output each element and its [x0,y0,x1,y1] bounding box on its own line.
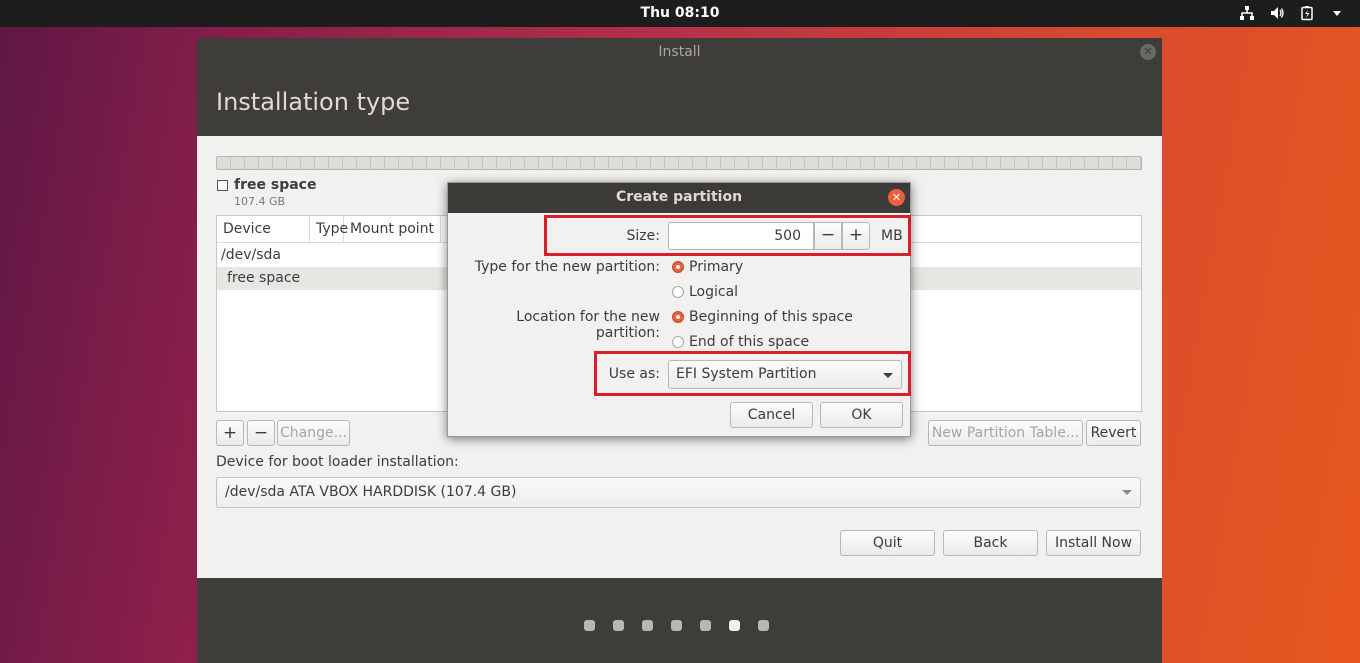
size-highlight-box [544,215,911,256]
radio-end[interactable] [672,336,684,348]
ok-button[interactable]: OK [820,402,903,428]
column-header-device[interactable]: Device [217,216,310,243]
radio-primary-label[interactable]: Primary [689,259,743,275]
progress-dot [613,620,624,631]
new-partition-table-button[interactable]: New Partition Table... [928,420,1083,446]
free-space-legend-size: 107.4 GB [234,195,286,208]
window-titlebar: Install ✕ Installation type [197,38,1162,136]
radio-logical[interactable] [672,286,684,298]
back-button[interactable]: Back [943,530,1038,556]
progress-dot [584,620,595,631]
revert-button[interactable]: Revert [1086,420,1141,446]
partition-type-label: Type for the new partition: [474,259,660,275]
chevron-down-icon [1122,490,1132,495]
top-panel: Thu 08:10 [0,0,1360,27]
boot-loader-device-value: /dev/sda ATA VBOX HARDDISK (107.4 GB) [225,484,517,500]
remove-partition-button[interactable]: − [247,420,275,446]
radio-end-label[interactable]: End of this space [689,334,809,350]
system-menu-arrow-icon[interactable] [1328,4,1346,22]
progress-dot [758,620,769,631]
volume-icon[interactable] [1268,4,1286,22]
free-space-legend-label: free space [234,177,317,193]
cancel-button[interactable]: Cancel [730,402,813,428]
boot-loader-device-select[interactable]: /dev/sda ATA VBOX HARDDISK (107.4 GB) [216,477,1141,508]
radio-beginning-label[interactable]: Beginning of this space [689,309,853,325]
use-as-highlight-box [594,351,911,396]
radio-beginning[interactable] [672,311,684,323]
quit-button[interactable]: Quit [840,530,935,556]
dialog-close-icon[interactable]: ✕ [888,189,905,206]
dialog-title: Create partition [615,189,743,205]
radio-primary[interactable] [672,261,684,273]
column-header-type[interactable]: Type [310,216,348,243]
add-partition-button[interactable]: + [216,420,244,446]
change-partition-button[interactable]: Change... [277,420,350,446]
install-now-button[interactable]: Install Now [1046,530,1141,556]
page-title: Installation type [216,88,411,116]
boot-loader-label: Device for boot loader installation: [216,454,459,470]
network-icon[interactable] [1238,4,1256,22]
progress-dot [642,620,653,631]
radio-logical-label[interactable]: Logical [689,284,738,300]
free-space-legend-swatch [217,180,228,191]
dialog-titlebar: Create partition ✕ [448,183,910,213]
partition-location-label: Location for the new partition: [516,309,660,341]
battery-icon[interactable] [1298,4,1316,22]
clock[interactable]: Thu 08:10 [0,5,1360,21]
progress-dots [584,620,769,631]
system-tray [1238,4,1346,22]
progress-dot [671,620,682,631]
progress-dot [700,620,711,631]
column-header-mount-point[interactable]: Mount point [344,216,441,243]
window-close-icon[interactable]: ✕ [1140,44,1156,60]
partition-bar [216,156,1142,170]
window-title: Install [658,44,701,60]
window-footer [197,578,1162,663]
progress-dot-active [729,620,740,631]
